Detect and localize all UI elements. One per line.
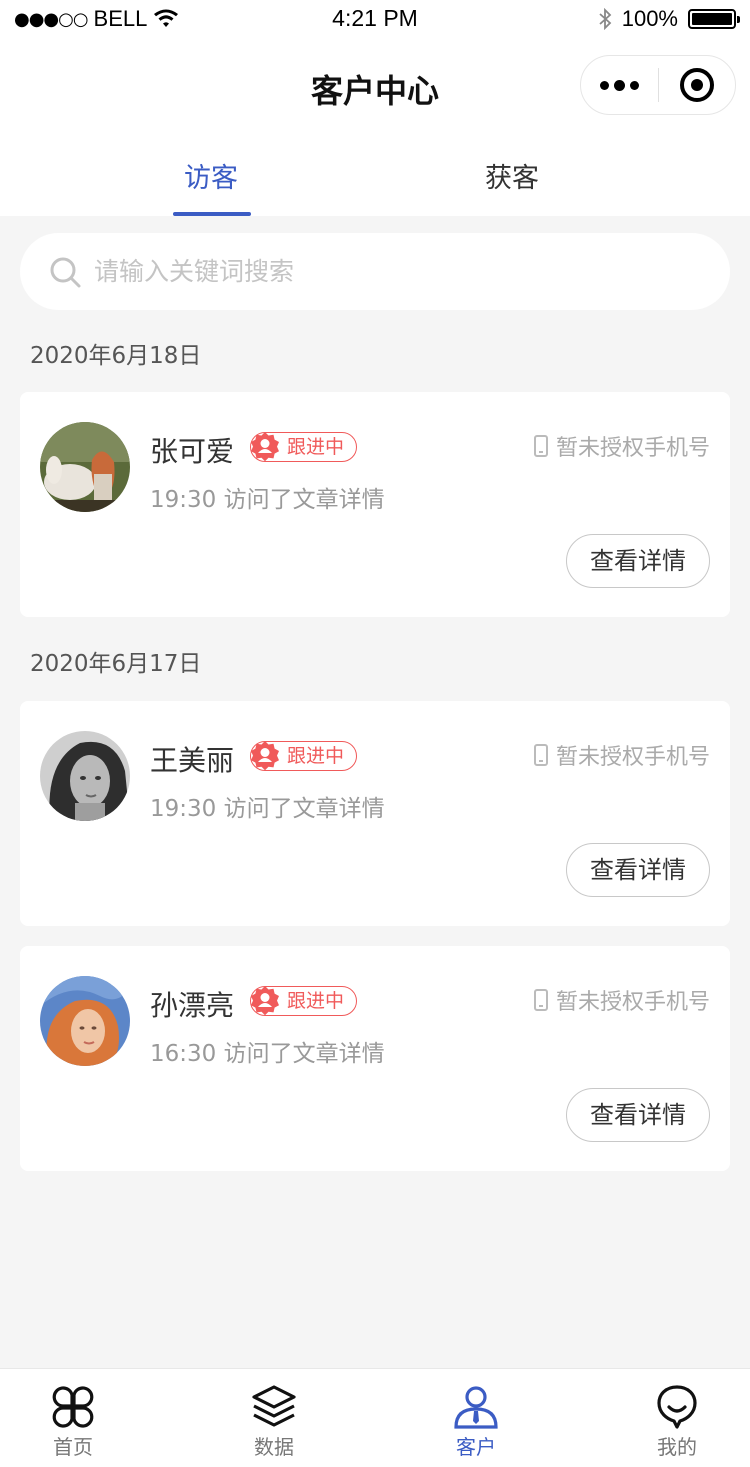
tabbar-customer[interactable]: 客户 — [416, 1383, 536, 1460]
search-icon — [50, 257, 81, 287]
more-dot-icon — [614, 79, 625, 91]
status-right: 100% — [598, 6, 740, 32]
tabbar-label: 首页 — [53, 1435, 93, 1459]
visit-activity: 16:30 访问了文章详情 — [150, 1041, 385, 1067]
tab-bar-top: 访客 获客 — [0, 130, 750, 216]
bottom-tab-bar: 首页 数据 客户 我的 — [0, 1368, 750, 1467]
customer-card[interactable]: 张可爱 跟进中 19:30 访问了文章详情 暂未授权手机号 查看详情 — [20, 392, 730, 617]
phone-icon — [533, 435, 548, 457]
avatar — [40, 422, 130, 512]
layers-icon — [252, 1385, 296, 1427]
badge-user-icon — [251, 986, 279, 1016]
close-miniprogram-button[interactable] — [659, 56, 735, 114]
status-badge-label: 跟进中 — [287, 436, 345, 458]
phone-status-text: 暂未授权手机号 — [555, 745, 710, 770]
bluetooth-icon — [599, 8, 612, 30]
active-tab-indicator — [173, 212, 251, 216]
tab-visitor[interactable]: 访客 — [151, 156, 271, 195]
more-menu-button[interactable] — [581, 56, 658, 114]
home-grid-icon — [52, 1386, 94, 1428]
more-dot-icon — [600, 80, 609, 90]
status-badge-label: 跟进中 — [287, 990, 345, 1012]
status-badge-label: 跟进中 — [287, 745, 345, 767]
tabbar-data[interactable]: 数据 — [214, 1383, 334, 1460]
phone-status-text: 暂未授权手机号 — [555, 436, 710, 461]
tabbar-home[interactable]: 首页 — [13, 1383, 133, 1460]
search-box — [20, 233, 730, 310]
visit-activity: 19:30 访问了文章详情 — [150, 487, 385, 513]
tabbar-mine[interactable]: 我的 — [617, 1383, 737, 1460]
view-details-button[interactable]: 查看详情 — [566, 843, 710, 897]
customer-name: 王美丽 — [150, 744, 235, 777]
status-badge: 跟进中 — [250, 986, 358, 1016]
battery-percent: 100% — [621, 6, 678, 31]
customer-name: 张可爱 — [150, 435, 235, 468]
battery-fill — [692, 13, 732, 25]
badge-user-icon — [251, 432, 279, 462]
profile-icon — [657, 1385, 697, 1429]
search-input[interactable] — [94, 257, 654, 286]
more-dot-icon — [630, 80, 639, 90]
phone-status: 暂未授权手机号 — [533, 984, 710, 1016]
phone-status: 暂未授权手机号 — [533, 739, 710, 771]
target-icon — [680, 68, 714, 102]
phone-status: 暂未授权手机号 — [533, 430, 710, 462]
avatar — [40, 976, 130, 1066]
customer-card[interactable]: 孙漂亮 跟进中 16:30 访问了文章详情 暂未授权手机号 查看详情 — [20, 946, 730, 1171]
date-header: 2020年6月17日 — [30, 651, 202, 677]
avatar — [40, 731, 130, 821]
status-badge: 跟进中 — [250, 741, 358, 771]
status-badge: 跟进中 — [250, 432, 358, 462]
tabbar-label: 客户 — [456, 1435, 496, 1459]
tab-acquire[interactable]: 获客 — [452, 156, 572, 195]
date-header: 2020年6月18日 — [30, 343, 202, 369]
view-details-button[interactable]: 查看详情 — [566, 1088, 710, 1142]
tabbar-label: 数据 — [254, 1435, 294, 1459]
view-details-button[interactable]: 查看详情 — [566, 534, 710, 588]
customer-name: 孙漂亮 — [150, 989, 235, 1022]
tabbar-label: 我的 — [657, 1435, 697, 1459]
phone-icon — [533, 744, 548, 766]
miniprogram-capsule — [580, 55, 736, 115]
battery-icon — [688, 9, 740, 29]
visit-activity: 19:30 访问了文章详情 — [150, 796, 385, 822]
nav-bar: 客户中心 — [0, 40, 750, 130]
phone-status-text: 暂未授权手机号 — [555, 990, 710, 1015]
phone-icon — [533, 989, 548, 1011]
customer-icon — [454, 1386, 498, 1429]
badge-user-icon — [251, 741, 279, 771]
status-bar: ●●●○○ BELL 4:21 PM 100% — [0, 0, 750, 40]
customer-card[interactable]: 王美丽 跟进中 19:30 访问了文章详情 暂未授权手机号 查看详情 — [20, 701, 730, 926]
